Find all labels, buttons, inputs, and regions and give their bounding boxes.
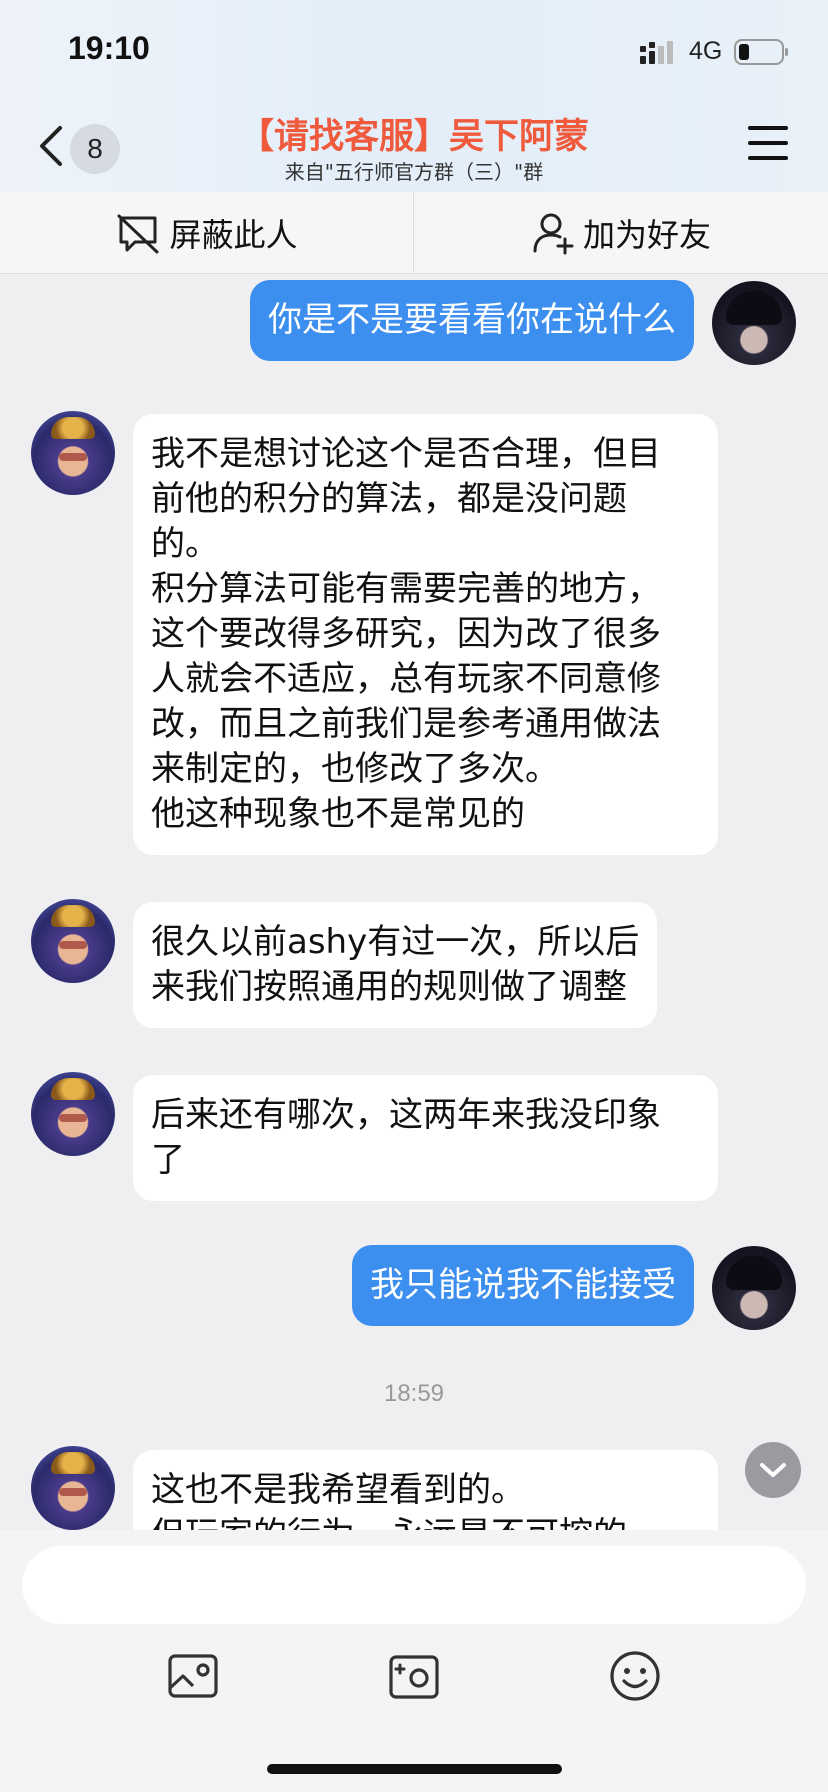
add-friend-label: 加为好友 xyxy=(582,216,711,254)
input-area xyxy=(0,1530,828,1792)
battery-icon xyxy=(734,39,788,65)
message-input[interactable] xyxy=(22,1546,806,1624)
message-timestamp: 18:59 xyxy=(383,1380,445,1407)
chevron-down-icon xyxy=(760,1463,786,1477)
home-indicator xyxy=(267,1764,562,1774)
my-avatar[interactable] xyxy=(712,281,796,365)
signal-icon xyxy=(640,41,673,64)
top-bar: 19:10 4G 8 【请找客服】吴下阿蒙 来自"五行师官方群（三）"群 xyxy=(0,0,828,192)
message-bubble-sent[interactable]: 我只能说我不能接受 xyxy=(352,1245,694,1326)
action-bar: 屏蔽此人 加为好友 xyxy=(0,192,828,274)
chat-title: 【请找客服】吴下阿蒙 xyxy=(238,117,589,157)
message-bubble-received[interactable]: 很久以前ashy有过一次，所以后 来我们按照通用的规则做了调整 xyxy=(133,902,658,1028)
menu-button[interactable] xyxy=(748,126,788,162)
message-bubble-received[interactable]: 我不是想讨论这个是否合理，但目 前他的积分的算法，都是没问题 的。 积分算法可能… xyxy=(133,414,718,855)
contact-avatar[interactable] xyxy=(31,411,115,495)
add-friend-icon xyxy=(533,213,574,255)
chat-subtitle: 来自"五行师官方群（三）"群 xyxy=(284,160,544,184)
chat-area[interactable]: 你是不是要看看你在说什么 我不是想讨论这个是否合理，但目 前他的积分的算法，都是… xyxy=(0,274,828,1530)
emoji-icon[interactable] xyxy=(607,1648,663,1704)
menu-icon xyxy=(748,126,788,130)
block-label: 屏蔽此人 xyxy=(169,216,298,254)
photo-icon[interactable] xyxy=(165,1648,221,1704)
message-bubble-received[interactable]: 后来还有哪次，这两年来我没印象 了 xyxy=(133,1075,718,1201)
message-bubble-received[interactable]: 这也不是我希望看到的。 但玩家的行为，永远是不可控的 xyxy=(133,1450,718,1530)
scroll-to-bottom-button[interactable] xyxy=(745,1442,801,1498)
contact-avatar[interactable] xyxy=(31,899,115,983)
contact-avatar[interactable] xyxy=(31,1446,115,1530)
network-label: 4G xyxy=(689,37,723,65)
block-user-button[interactable]: 屏蔽此人 xyxy=(0,192,414,274)
camera-icon[interactable] xyxy=(386,1648,442,1704)
add-friend-button[interactable]: 加为好友 xyxy=(414,192,828,274)
status-time: 19:10 xyxy=(68,30,150,66)
block-icon xyxy=(117,214,159,254)
contact-avatar[interactable] xyxy=(31,1072,115,1156)
message-bubble-sent[interactable]: 你是不是要看看你在说什么 xyxy=(250,280,694,361)
my-avatar[interactable] xyxy=(712,1246,796,1330)
